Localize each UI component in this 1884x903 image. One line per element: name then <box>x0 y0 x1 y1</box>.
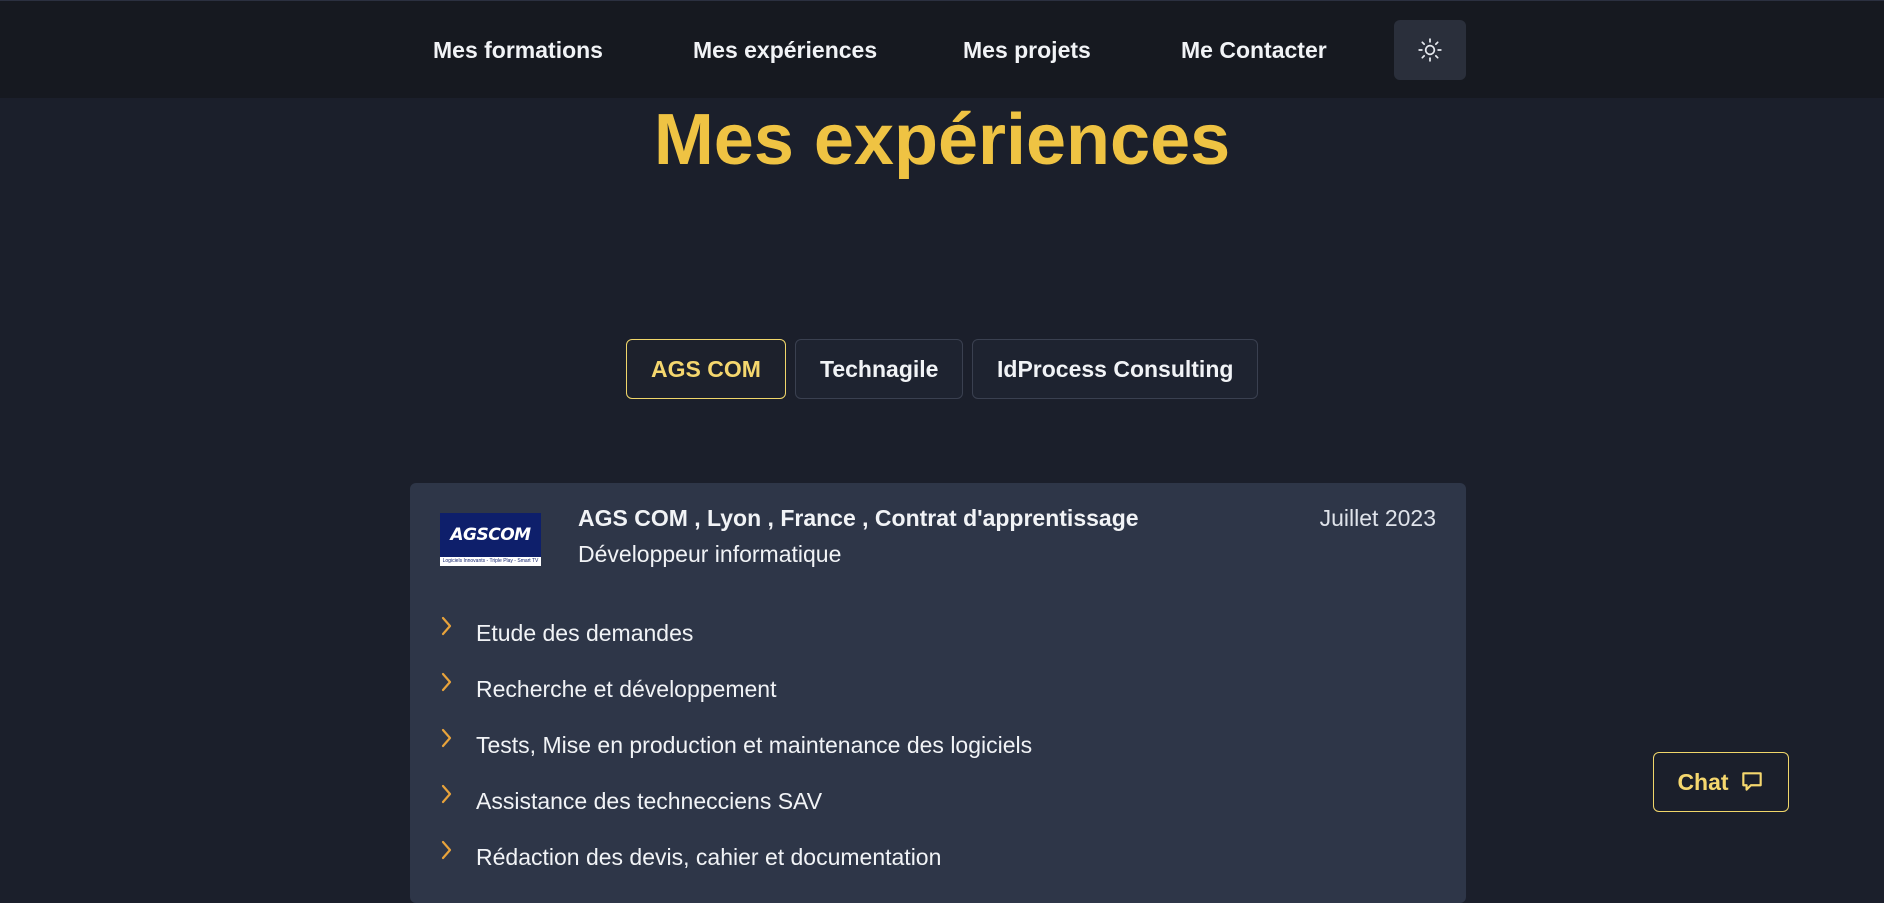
chat-button[interactable]: Chat <box>1653 752 1789 812</box>
chevron-right-icon <box>440 725 476 765</box>
job-role: Développeur informatique <box>578 541 842 567</box>
task-text: Tests, Mise en production et maintenance… <box>476 731 1033 758</box>
job-title: AGS COM , Lyon , France , Contrat d'appr… <box>578 505 1139 531</box>
theme-toggle-button[interactable] <box>1394 20 1466 80</box>
chat-bubble-icon <box>1741 772 1762 791</box>
task-text: Etude des demandes <box>476 619 694 646</box>
nav-link-projets[interactable]: Mes projets <box>963 20 1091 80</box>
task-item: Recherche et développement <box>440 669 776 709</box>
chevron-right-icon <box>440 837 476 877</box>
nav-container: Mes formations Mes expériences Mes proje… <box>410 20 1466 80</box>
experience-card: AGSCOM Logiciels Innovants - Triple Play… <box>410 483 1466 903</box>
tab-ags-com[interactable]: AGS COM <box>626 339 786 399</box>
task-item: Tests, Mise en production et maintenance… <box>440 725 1032 765</box>
chevron-right-icon <box>440 669 476 709</box>
task-text: Rédaction des devis, cahier et documenta… <box>476 843 942 870</box>
logo-text: AGSCOM <box>450 525 531 545</box>
task-text: Assistance des technecciens SAV <box>476 787 823 814</box>
task-item: Etude des demandes <box>440 613 693 653</box>
task-text: Recherche et développement <box>476 675 777 702</box>
top-navbar: Mes formations Mes expériences Mes proje… <box>0 0 1884 98</box>
nav-link-formations[interactable]: Mes formations <box>433 20 603 80</box>
chevron-right-icon <box>440 613 476 653</box>
company-logo: AGSCOM Logiciels Innovants - Triple Play… <box>440 513 541 566</box>
sun-icon <box>1418 38 1442 62</box>
tab-idprocess-consulting[interactable]: IdProcess Consulting <box>972 339 1259 399</box>
tab-technagile[interactable]: Technagile <box>795 339 964 399</box>
page-title: Mes expériences <box>653 100 1231 180</box>
job-date: Juillet 2023 <box>1319 505 1436 531</box>
logo-tagline: Logiciels Innovants - Triple Play - Smar… <box>440 557 541 566</box>
task-item: Assistance des technecciens SAV <box>440 781 822 821</box>
nav-link-experiences[interactable]: Mes expériences <box>693 20 877 80</box>
chevron-right-icon <box>440 781 476 821</box>
task-item: Rédaction des devis, cahier et documenta… <box>440 837 941 877</box>
nav-link-contact[interactable]: Me Contacter <box>1181 20 1327 80</box>
chat-label: Chat <box>1677 768 1729 795</box>
